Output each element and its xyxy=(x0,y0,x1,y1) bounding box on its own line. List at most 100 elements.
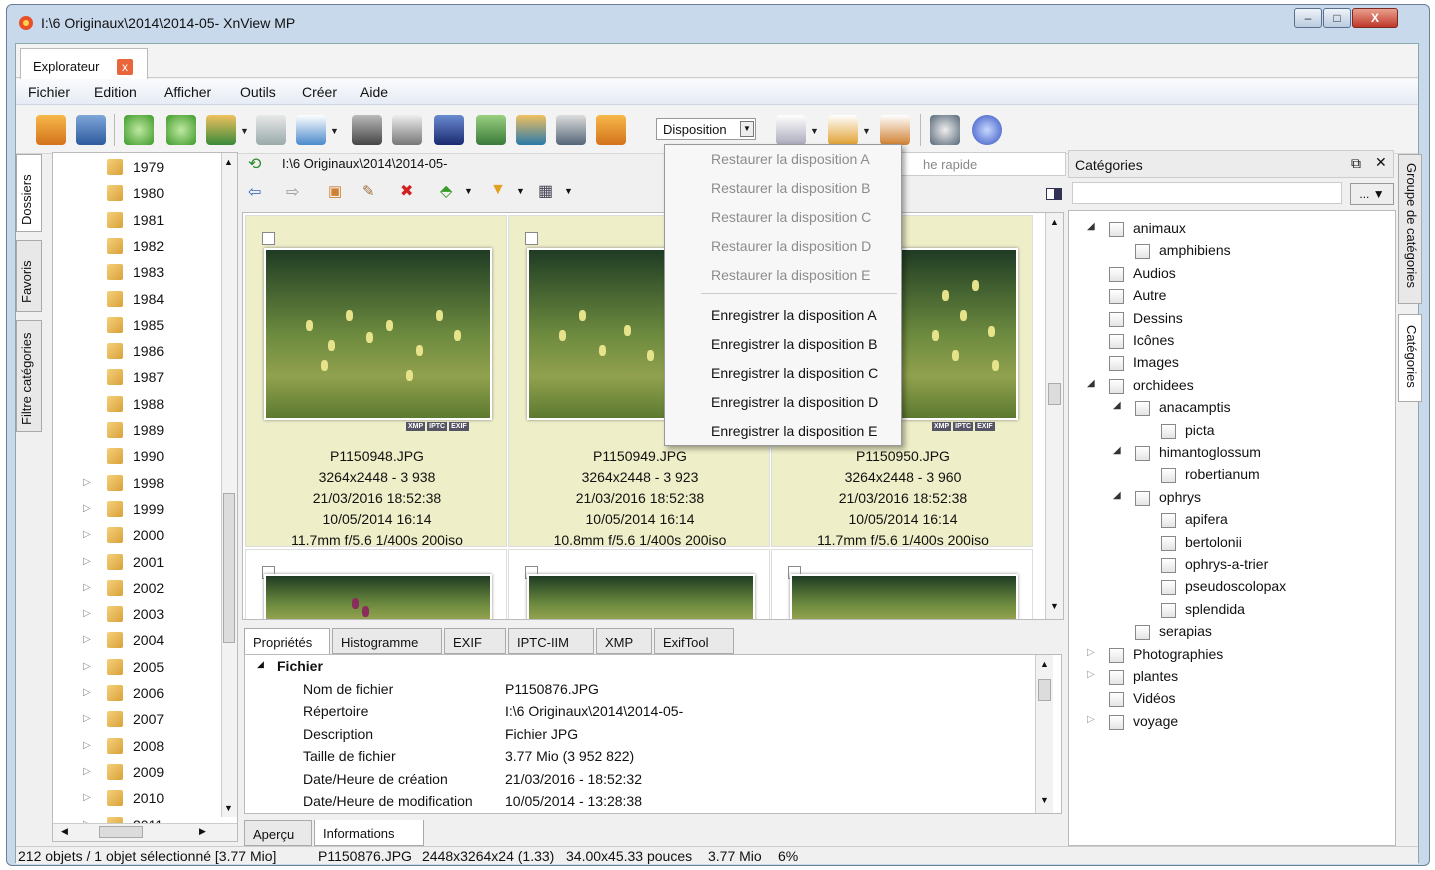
convert-icon[interactable] xyxy=(476,115,506,145)
folder-item[interactable]: ▷ 2003 xyxy=(53,602,223,628)
folder-item[interactable]: 1979 xyxy=(53,155,223,181)
expand-arrow-icon[interactable]: ▷ xyxy=(1087,647,1095,658)
folder-item[interactable]: 1986 xyxy=(53,339,223,365)
delete-icon[interactable]: ✖ xyxy=(400,181,413,201)
menu-item-restore[interactable]: Restaurer la disposition C xyxy=(711,209,871,225)
tree-hscrollbar[interactable]: ◀ ▶ xyxy=(53,823,237,841)
category-checkbox[interactable] xyxy=(1109,356,1124,372)
title-bar[interactable]: I:\6 Originaux\2014\2014-05- XnView MP –… xyxy=(7,5,1429,41)
path-field[interactable]: I:\6 Originaux\2014\2014-05- xyxy=(282,156,448,171)
thumbnail-view-icon[interactable]: ▦ xyxy=(538,181,553,201)
category-checkbox[interactable] xyxy=(1161,423,1176,439)
dropdown-arrow-icon[interactable]: ▼ xyxy=(330,126,339,136)
folder-item[interactable]: 1981 xyxy=(53,208,223,234)
menu-creer[interactable]: Créer xyxy=(302,84,337,100)
binoculars-icon[interactable] xyxy=(352,115,382,145)
folder-item[interactable]: 1988 xyxy=(53,392,223,418)
category-checkbox[interactable] xyxy=(1109,334,1124,349)
tab-filtre-categories[interactable]: Filtre catégories xyxy=(16,320,42,432)
scroll-thumb[interactable] xyxy=(1048,383,1061,405)
category-checkbox[interactable] xyxy=(1135,244,1150,260)
expand-arrow-icon[interactable]: ▷ xyxy=(83,740,91,751)
menu-edition[interactable]: Edition xyxy=(94,84,137,100)
menu-item-save[interactable]: Enregistrer la disposition A xyxy=(711,307,877,323)
menu-aide[interactable]: Aide xyxy=(360,84,388,100)
category-checkbox[interactable] xyxy=(1109,222,1124,237)
tab-proprietes[interactable]: Propriétés xyxy=(244,628,330,654)
dropdown-arrow-icon[interactable]: ▼ xyxy=(464,186,473,196)
menu-outils[interactable]: Outils xyxy=(240,84,276,100)
thumbnail-item[interactable] xyxy=(245,549,507,619)
hscroll-thumb[interactable] xyxy=(99,826,143,838)
slideshow-icon[interactable] xyxy=(516,115,546,145)
expand-arrow-icon[interactable]: ▷ xyxy=(83,556,91,567)
collapse-arrow-icon[interactable]: ◢ xyxy=(1087,221,1095,232)
folder-item[interactable]: ▷ 2004 xyxy=(53,628,223,654)
category-checkbox[interactable] xyxy=(1161,602,1176,618)
category-checkbox[interactable] xyxy=(1135,625,1150,641)
folder-item[interactable]: 1989 xyxy=(53,418,223,444)
folder-item[interactable]: ▷ 1999 xyxy=(53,497,223,523)
thumbnail-checkbox[interactable] xyxy=(262,232,275,245)
scroll-down-icon[interactable]: ▼ xyxy=(224,803,233,813)
tree-icon[interactable] xyxy=(880,115,910,145)
close-panel-icon[interactable]: ✕ xyxy=(1375,154,1387,171)
category-checkbox[interactable] xyxy=(1161,558,1176,573)
category-checkbox[interactable] xyxy=(1109,670,1124,685)
tab-xmp[interactable]: XMP xyxy=(596,628,652,654)
rename-icon[interactable]: ✎ xyxy=(362,182,375,200)
expand-arrow-icon[interactable]: ▷ xyxy=(83,582,91,593)
filter-icon[interactable]: ▼ xyxy=(490,181,506,199)
tab-exif[interactable]: EXIF xyxy=(444,628,506,654)
folder-item[interactable]: 1987 xyxy=(53,365,223,391)
scroll-thumb[interactable] xyxy=(223,493,235,643)
category-checkbox[interactable] xyxy=(1135,401,1150,417)
menu-item-restore[interactable]: Restaurer la disposition A xyxy=(711,151,870,167)
folder-item[interactable]: ▷ 2008 xyxy=(53,734,223,760)
minimize-button[interactable]: – xyxy=(1294,8,1322,28)
collapse-arrow-icon[interactable]: ◢ xyxy=(1087,378,1095,389)
expand-arrow-icon[interactable]: ▷ xyxy=(83,792,91,803)
scroll-up-icon[interactable]: ▲ xyxy=(224,157,233,167)
folder-item[interactable]: 1990 xyxy=(53,444,223,470)
collapse-arrow-icon[interactable]: ◢ xyxy=(257,659,264,670)
menu-item-save[interactable]: Enregistrer la disposition B xyxy=(711,336,878,352)
expand-arrow-icon[interactable]: ▷ xyxy=(83,687,91,698)
float-panel-icon[interactable]: ⧉ xyxy=(1351,155,1361,172)
expand-arrow-icon[interactable]: ▷ xyxy=(83,529,91,540)
menu-item-restore[interactable]: Restaurer la disposition B xyxy=(711,180,871,196)
help-icon[interactable] xyxy=(972,115,1002,145)
folder-item[interactable]: 1983 xyxy=(53,260,223,286)
folder-item[interactable]: ▷ 2005 xyxy=(53,655,223,681)
forward-arrow-icon[interactable]: ⇨ xyxy=(286,182,299,202)
tab-favoris[interactable]: Favoris xyxy=(16,240,42,312)
folder-item[interactable]: 1980 xyxy=(53,181,223,207)
dropdown-arrow-icon[interactable]: ▼ xyxy=(516,186,525,196)
settings-gear-icon[interactable] xyxy=(930,115,960,145)
folder-item[interactable]: ▷ 1998 xyxy=(53,471,223,497)
folder-item[interactable]: 1982 xyxy=(53,234,223,260)
expand-arrow-icon[interactable]: ▷ xyxy=(83,634,91,645)
menu-item-save[interactable]: Enregistrer la disposition C xyxy=(711,365,878,381)
folder-item[interactable]: ▷ 2001 xyxy=(53,550,223,576)
rotate-right-icon[interactable] xyxy=(166,115,196,145)
expand-arrow-icon[interactable]: ▷ xyxy=(83,713,91,724)
tree-scrollbar[interactable]: ▲ ▼ xyxy=(221,153,237,817)
dropdown-arrow-icon[interactable]: ▼ xyxy=(240,126,249,136)
close-window-button[interactable]: X xyxy=(1352,8,1398,28)
tab-informations[interactable]: Informations xyxy=(314,820,424,846)
capture-icon[interactable] xyxy=(556,115,586,145)
folder-item[interactable]: 1985 xyxy=(53,313,223,339)
folder-item[interactable]: ▷ 2002 xyxy=(53,576,223,602)
expand-arrow-icon[interactable]: ▷ xyxy=(1087,669,1095,680)
quick-filter-input[interactable]: he rapide xyxy=(896,152,1066,176)
export-icon[interactable] xyxy=(296,115,326,145)
category-checkbox[interactable] xyxy=(1109,714,1124,730)
category-checkbox[interactable] xyxy=(1109,692,1124,708)
category-checkbox[interactable] xyxy=(1161,580,1176,596)
categories-options-button[interactable]: ... ▼ xyxy=(1350,183,1394,205)
dropdown-arrow-icon[interactable]: ▼ xyxy=(564,186,573,196)
thumbnail-item[interactable]: XMP IPTC EXIF P1150948.JPG 3264x2448 - 3 938… xyxy=(245,215,507,548)
menu-item-restore[interactable]: Restaurer la disposition E xyxy=(711,267,871,283)
category-checkbox[interactable] xyxy=(1161,468,1176,484)
